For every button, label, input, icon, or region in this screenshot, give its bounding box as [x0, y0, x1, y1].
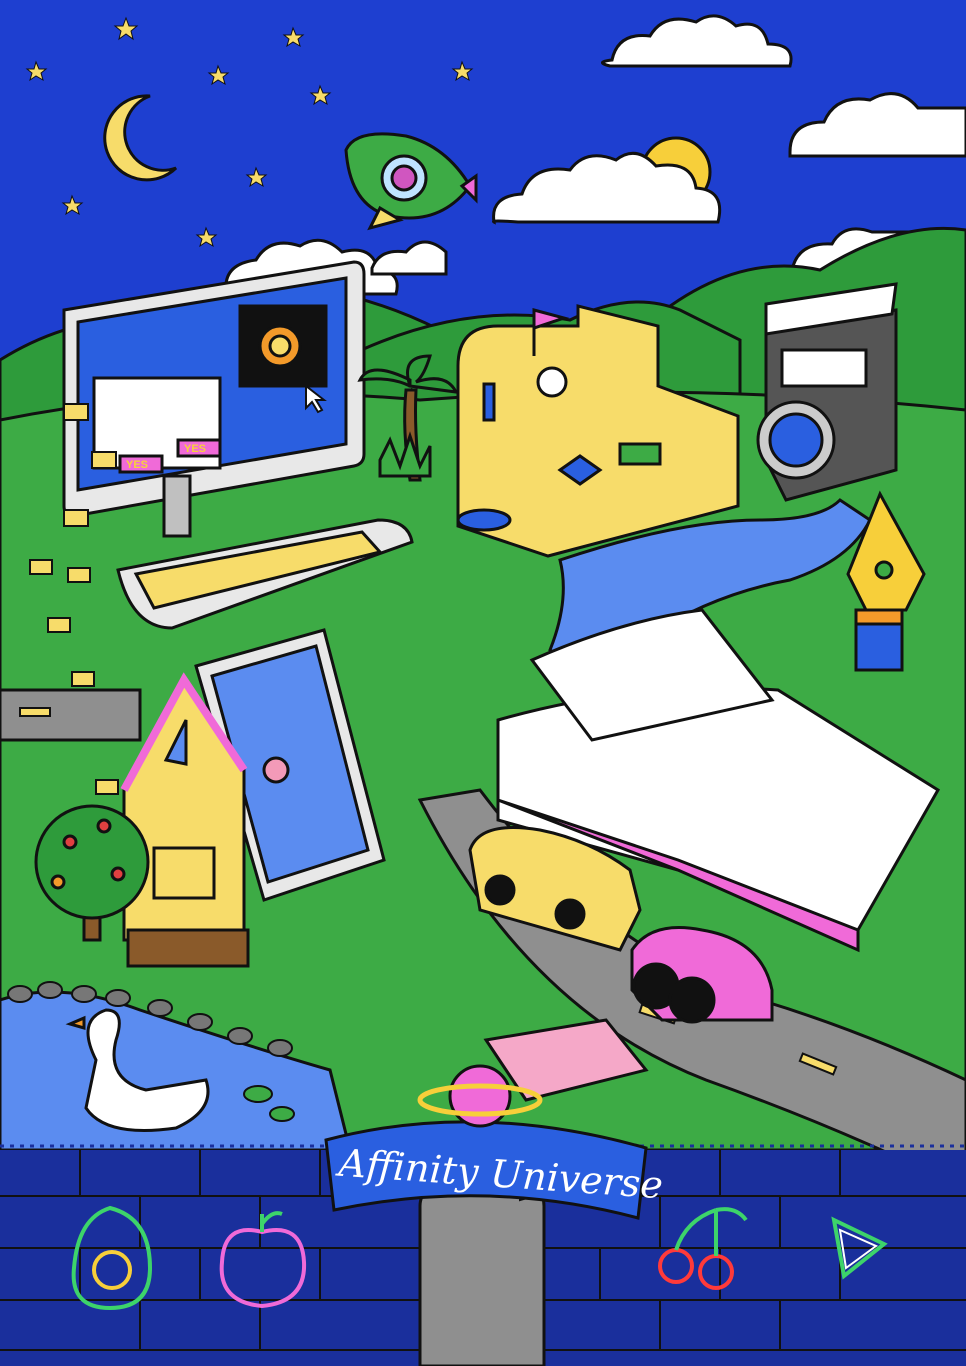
envelope-icon [29, 559, 53, 575]
envelope-icon [63, 403, 89, 421]
envelope-icon [71, 671, 95, 687]
illustration-scene: YES YES Affinity Universe [0, 0, 966, 1366]
envelope-icon [63, 509, 89, 527]
envelope-icon [47, 617, 71, 633]
screen-yes-right: YES [184, 443, 206, 455]
envelope-icon [91, 451, 117, 469]
screen-yes-left: YES [126, 459, 148, 471]
peach-on-screen [262, 756, 290, 784]
envelope-icon [67, 567, 91, 583]
envelope-icon [95, 779, 119, 795]
center-path [418, 1178, 546, 1366]
camera [756, 282, 898, 502]
planet-icon [448, 1064, 512, 1128]
